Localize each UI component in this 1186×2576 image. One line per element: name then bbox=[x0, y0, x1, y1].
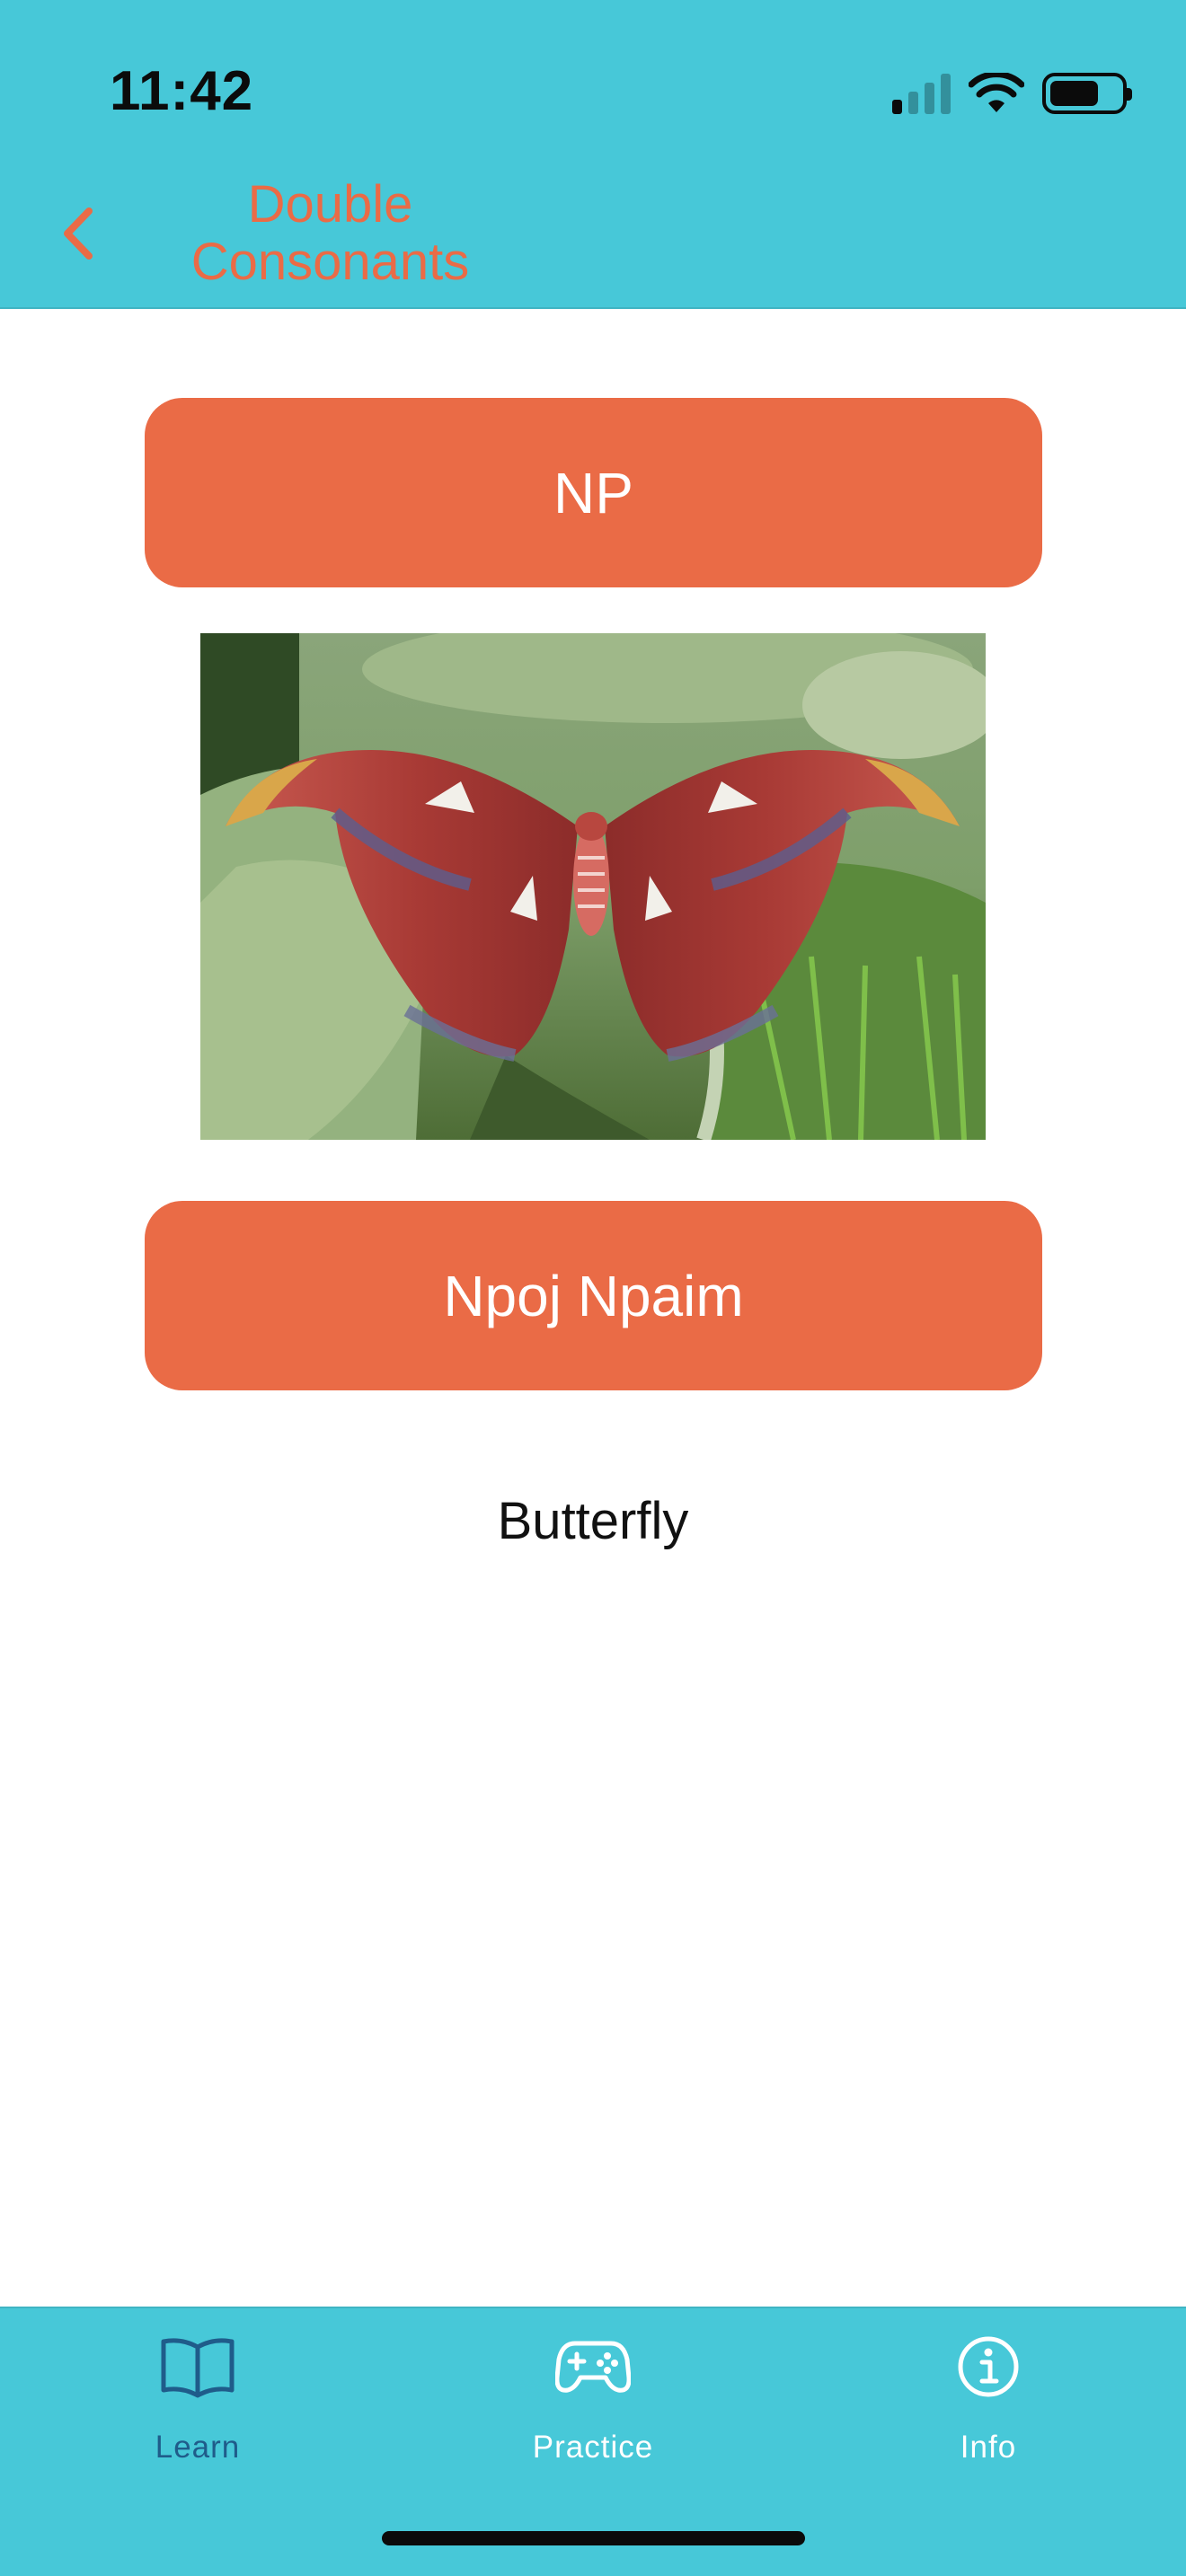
tab-practice[interactable]: Practice bbox=[476, 2331, 710, 2466]
tab-info-label: Info bbox=[960, 2430, 1017, 2465]
book-icon bbox=[161, 2338, 235, 2398]
word-sound-button[interactable]: Npoj Npaim bbox=[145, 1201, 1042, 1390]
battery-icon bbox=[1042, 73, 1132, 114]
cellular-signal-icon bbox=[892, 73, 951, 114]
tab-info[interactable]: Info bbox=[872, 2331, 1105, 2466]
moth-photo bbox=[200, 633, 986, 1140]
tab-learn[interactable]: Learn bbox=[81, 2331, 314, 2466]
wifi-icon bbox=[969, 73, 1024, 112]
navigation-header: 11:42 Double Consonants bbox=[0, 0, 1186, 309]
chevron-left-icon bbox=[64, 207, 93, 260]
tab-practice-label: Practice bbox=[532, 2430, 654, 2465]
back-button[interactable] bbox=[47, 198, 110, 269]
info-icon bbox=[958, 2336, 1019, 2397]
page-title: Double Consonants bbox=[190, 175, 470, 291]
status-icons bbox=[892, 68, 1132, 119]
screen: 11:42 Double Consonants NP Npoj Npaim Bu… bbox=[0, 0, 1186, 2576]
consonant-sound-button[interactable]: NP bbox=[145, 398, 1042, 587]
tab-learn-label: Learn bbox=[155, 2430, 241, 2465]
gamepad-icon bbox=[555, 2341, 631, 2393]
status-time: 11:42 bbox=[110, 60, 254, 122]
home-indicator[interactable] bbox=[382, 2531, 805, 2545]
translation-text: Butterfly bbox=[497, 1492, 689, 1550]
